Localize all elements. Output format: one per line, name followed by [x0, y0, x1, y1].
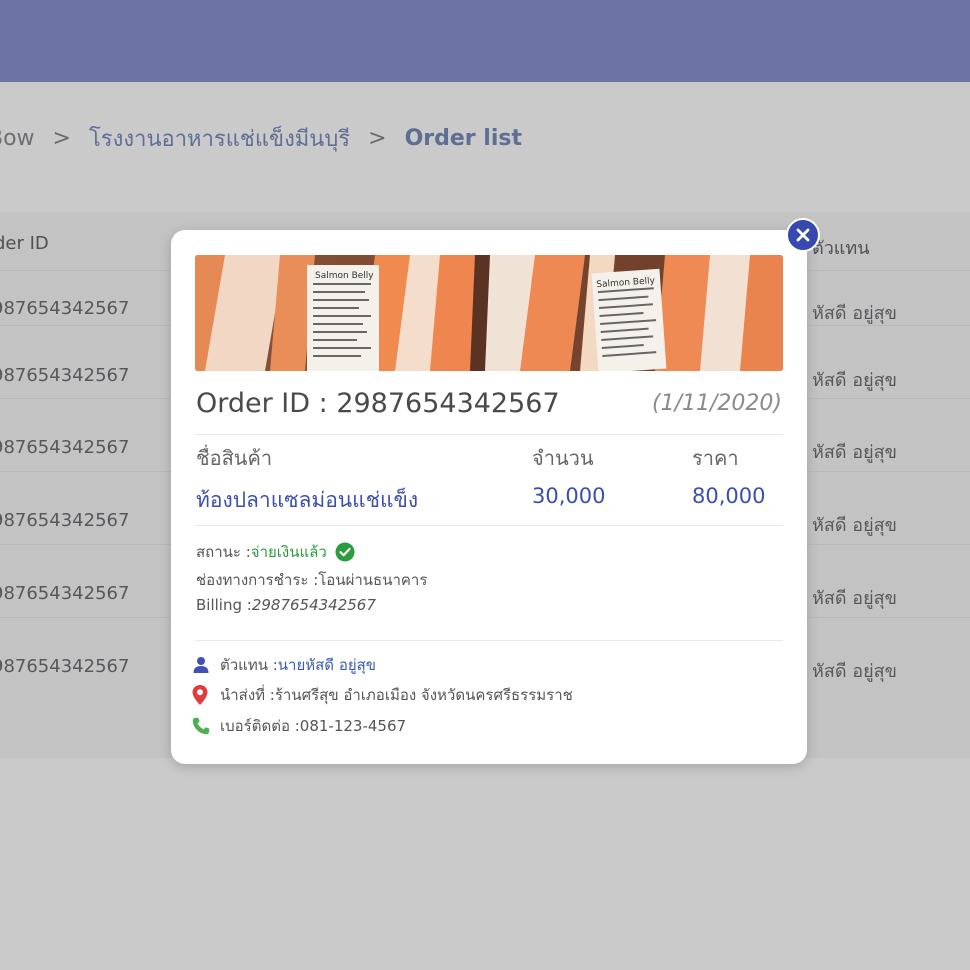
agent-row: ตัวแทน : นายหัสดี อยู่สุข	[192, 653, 376, 677]
table-row-order-id[interactable]: 987654342567	[0, 365, 129, 386]
phone-value[interactable]: 081-123-4567	[300, 717, 406, 735]
table-row-agent: หัสดี อยู่สุข	[812, 588, 897, 609]
payment-row: ช่องทางการชำระ : โอนผ่านธนาคาร	[196, 568, 427, 592]
status-value: จ่ายเงินแล้ว	[250, 543, 327, 561]
table-row-agent: หัสดี อยู่สุข	[812, 303, 897, 324]
agent-value[interactable]: นายหัสดี อยู่สุข	[278, 653, 376, 677]
column-header-quantity: จำนวน	[532, 446, 594, 470]
phone-row: เบอร์ติดต่อ : 081-123-4567	[192, 714, 406, 738]
breadcrumb: Bow > โรงงานอาหารแช่แข็งมีนบุรี > Order …	[0, 118, 522, 158]
table-row-agent: หัสดี อยู่สุข	[812, 661, 897, 682]
table-row-agent: หัสดี อยู่สุข	[812, 515, 897, 536]
table-header-agent: ตัวแทน	[812, 238, 870, 259]
table-row-agent: หัสดี อยู่สุข	[812, 442, 897, 463]
item-product-name: ท้องปลาแซลม่อนแช่แข็ง	[196, 488, 419, 512]
payment-label: ช่องทางการชำระ :	[196, 571, 319, 589]
divider	[195, 434, 783, 435]
product-photo: Salmon Belly Salmon Belly	[195, 255, 783, 371]
item-quantity: 30,000	[532, 484, 606, 508]
check-circle-icon	[335, 542, 355, 562]
user-icon	[192, 655, 214, 675]
order-title: Order ID : 2987654342567	[196, 388, 560, 419]
delivery-label: นำส่งที่ :	[220, 686, 275, 704]
map-pin-icon	[192, 685, 214, 705]
column-header-product: ชื่อสินค้า	[196, 446, 273, 470]
photo-label: Salmon Belly	[315, 271, 374, 281]
top-header-bar	[0, 0, 970, 82]
divider	[195, 525, 783, 526]
breadcrumb-item-factory[interactable]: โรงงานอาหารแช่แข็งมีนบุรี	[89, 121, 350, 156]
breadcrumb-item-bow[interactable]: Bow	[0, 126, 35, 151]
order-date: (1/11/2020)	[652, 391, 782, 416]
delivery-value: ร้านศรีสุข อำเภอเมือง จังหวัดนครศรีธรรมร…	[274, 686, 573, 704]
item-price: 80,000	[692, 484, 766, 508]
billing-value: 2987654342567	[251, 596, 376, 614]
chevron-right-icon: >	[368, 125, 387, 151]
column-header-price: ราคา	[692, 446, 739, 470]
table-row-agent: หัสดี อยู่สุข	[812, 370, 897, 391]
billing-row: Billing : 2987654342567	[196, 596, 376, 614]
breadcrumb-item-order-list: Order list	[404, 125, 523, 151]
delivery-row: นำส่งที่ : ร้านศรีสุข อำเภอเมือง จังหวัด…	[192, 683, 573, 707]
chevron-right-icon: >	[52, 125, 71, 151]
table-row-order-id[interactable]: 987654342567	[0, 298, 129, 319]
phone-icon	[192, 716, 214, 736]
phone-label: เบอร์ติดต่อ :	[220, 717, 300, 735]
order-detail-modal: Salmon Belly Salmon Belly Order ID : 298…	[171, 230, 807, 764]
table-header-order-id: der ID	[0, 233, 49, 254]
billing-label: Billing :	[196, 596, 252, 614]
table-row-order-id[interactable]: 987654342567	[0, 656, 129, 677]
status-label: สถานะ :	[196, 543, 251, 561]
status-row: สถานะ : จ่ายเงินแล้ว	[196, 540, 355, 564]
close-button[interactable]	[786, 218, 820, 252]
payment-value: โอนผ่านธนาคาร	[318, 571, 428, 589]
table-row-order-id[interactable]: 987654342567	[0, 437, 129, 458]
agent-label: ตัวแทน :	[220, 656, 278, 674]
table-row-order-id[interactable]: 987654342567	[0, 510, 129, 531]
table-row-order-id[interactable]: 987654342567	[0, 583, 129, 604]
close-icon	[796, 228, 810, 242]
divider	[195, 640, 783, 641]
